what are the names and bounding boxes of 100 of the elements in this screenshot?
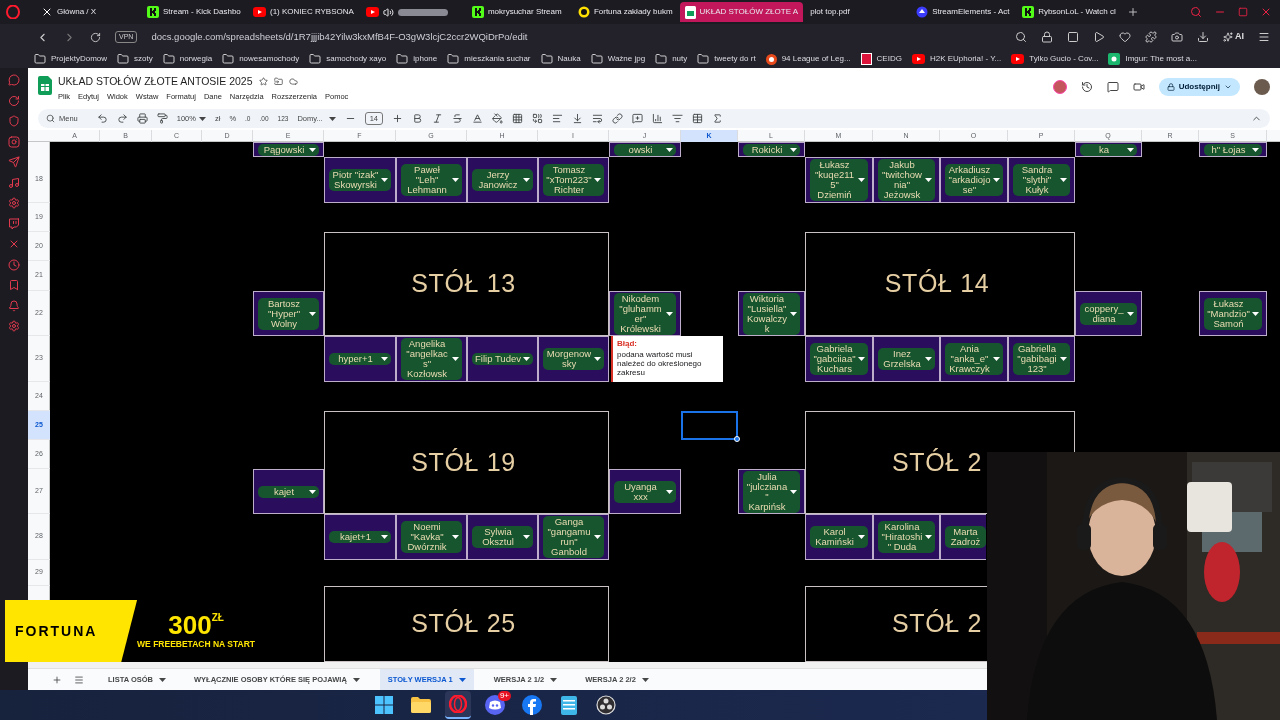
seat-dropdown[interactable]: Uyanga xxx (614, 480, 676, 503)
seat-dropdown[interactable]: Karol Kamiński (810, 526, 868, 548)
seat-dropdown[interactable]: Sandra "slythi" Kułyk (1013, 164, 1070, 196)
reload-icon[interactable] (90, 31, 101, 43)
seat-dropdown[interactable]: Jerzy Janowicz (472, 169, 533, 191)
bookmark-link[interactable]: tweety do rt (697, 53, 756, 65)
seat-dropdown[interactable]: h" Łojas (1204, 143, 1262, 156)
close-icon[interactable] (1260, 6, 1272, 18)
comment-icon[interactable] (1106, 81, 1119, 93)
link-icon[interactable] (612, 113, 623, 124)
shield-icon[interactable] (8, 115, 20, 127)
sum-icon[interactable] (712, 113, 723, 124)
camera-icon[interactable] (8, 135, 20, 148)
add-sheet-icon[interactable] (52, 674, 62, 685)
seat-dropdown[interactable]: Morgenowsky (543, 348, 604, 370)
bookmark-link[interactable]: iphone (396, 53, 438, 65)
camera-icon[interactable] (1171, 31, 1183, 43)
seat-dropdown[interactable]: Sylwia Oksztul (472, 526, 533, 548)
bookmark-link[interactable]: CEIDG (860, 53, 902, 65)
bookmark-link[interactable]: nowesamochody (222, 53, 300, 65)
seat-dropdown[interactable]: Piotr "izak" Skowyrski (329, 169, 391, 191)
redo-icon[interactable] (116, 113, 128, 124)
bookmark-link[interactable]: Nauka (540, 53, 581, 65)
bookmark-link[interactable]: norwegia (162, 53, 213, 65)
seat-dropdown[interactable]: coppery_diana (1080, 302, 1137, 325)
browser-tab[interactable]: plot top.pdf (805, 2, 910, 22)
browser-tab[interactable]: RybsonLoL - Watch cl (1017, 2, 1122, 22)
seat-dropdown[interactable]: Gabriella "gabibagi123" (1013, 343, 1070, 375)
x-logo-icon[interactable] (8, 238, 20, 250)
taskbar-app[interactable]: 9+ (482, 691, 508, 719)
document-title[interactable]: UKŁAD STOŁÓW ZŁOTE ANTOSIE 2025 (58, 74, 253, 90)
align-icon[interactable] (552, 113, 563, 124)
seat-dropdown[interactable]: Ganga "gangamurun" Ganbold (543, 516, 604, 558)
fill-handle[interactable] (734, 436, 740, 442)
filter-icon[interactable] (672, 113, 683, 124)
sheets-logo-icon[interactable] (38, 76, 52, 95)
bookmark-link[interactable]: nuty (655, 53, 688, 65)
seat-dropdown[interactable]: Marta Zadroż (945, 526, 986, 548)
browser-tab[interactable]: (1) KONIEC RYBSONA (248, 2, 359, 22)
seat-dropdown[interactable]: Rokicki (743, 143, 800, 156)
print-icon[interactable] (136, 113, 148, 124)
seat-dropdown[interactable]: hyper+1 (329, 353, 391, 365)
strikethrough-icon[interactable] (452, 113, 463, 124)
bookmark-link[interactable]: Imgur: The most a... (1108, 53, 1197, 65)
increase-size-icon[interactable] (392, 113, 403, 124)
avatar-icon[interactable] (1052, 80, 1067, 94)
music-icon[interactable] (8, 176, 20, 189)
browser-tab[interactable]: mokrysuchar Stream (466, 2, 571, 22)
browser-tab[interactable]: StreamElements - Act (911, 2, 1016, 22)
seat-dropdown[interactable]: Łukasz "kuqe2115" Dziemiń (810, 159, 868, 201)
new-tab-icon[interactable] (1127, 6, 1140, 18)
send-icon[interactable] (8, 156, 20, 168)
zoom-icon[interactable] (1015, 31, 1027, 43)
seat-dropdown[interactable]: Łukasz "Mandzio" Samoń (1204, 297, 1262, 330)
bold-icon[interactable] (412, 113, 423, 124)
bookmark-link[interactable]: Ważne jpg (590, 53, 646, 65)
extensions-icon[interactable] (1145, 31, 1157, 43)
seat-dropdown[interactable]: kajet (258, 485, 319, 498)
seat-dropdown[interactable]: Paweł "Leh" Lehmann (401, 164, 462, 196)
seat-dropdown[interactable]: Gabriela "gabciiaa" Kuchars (810, 343, 868, 375)
browser-tab[interactable]: UKŁAD STOŁÓW ZŁOTE A (679, 2, 804, 22)
browser-tab[interactable]: Stream - Kick Dashbo (142, 2, 246, 22)
settings-icon[interactable] (8, 197, 20, 209)
wrap-icon[interactable] (592, 113, 603, 124)
twitch-icon[interactable] (8, 217, 20, 230)
merge-icon[interactable] (532, 113, 543, 124)
opera-logo-icon[interactable] (6, 5, 20, 19)
seat-dropdown[interactable]: Angelika "angelkacs" Kozłowsk (401, 338, 462, 380)
borders-icon[interactable] (512, 113, 523, 124)
browser-tab[interactable]: Fortuna zakłady bukm (572, 2, 678, 22)
bookmark-link[interactable]: H2K EUphoria! - Y... (911, 53, 1002, 65)
fill-color-icon[interactable] (492, 113, 503, 124)
address-field[interactable]: docs.google.com/spreadsheets/d/1R7jjjib42Yilw3kxMfB4F-O3gW3lcjC2ccr2WQiDrPo/edit (151, 29, 528, 45)
bookmark-link[interactable]: Tylko Gucio - Cov... (1011, 53, 1099, 65)
add-comment-icon[interactable] (632, 113, 643, 124)
seat-dropdown[interactable]: owski (614, 143, 676, 156)
bookmark-link[interactable]: mieszkania suchar (447, 53, 531, 65)
star-icon[interactable] (258, 77, 268, 87)
share-button[interactable]: Udostępnij (1158, 78, 1240, 96)
seat-dropdown[interactable]: Inez Grzelska (878, 348, 935, 370)
bell-icon[interactable] (8, 299, 20, 312)
undo-icon[interactable] (96, 113, 108, 124)
bookmark-link[interactable]: szoty (117, 53, 153, 65)
seat-dropdown[interactable]: Noemi "Kavka" Dwórznik (401, 521, 462, 553)
bookmark-link[interactable]: ProjektyDomow (34, 53, 107, 65)
search-icon[interactable] (1190, 6, 1202, 18)
download-icon[interactable] (1197, 31, 1209, 43)
browser-tab[interactable]: Główna / X (36, 2, 140, 22)
text-color-icon[interactable] (472, 113, 483, 124)
avatar-icon[interactable] (1254, 79, 1270, 95)
seat-dropdown[interactable]: Pągowski (258, 143, 319, 156)
seat-dropdown[interactable]: Bartosz "Hyper" Wolny (258, 297, 319, 330)
italic-icon[interactable] (432, 113, 443, 124)
bookmark-icon[interactable] (8, 279, 20, 291)
seat-dropdown[interactable]: Filip Tudev (472, 353, 533, 365)
ai-button[interactable]: AI (1223, 30, 1244, 44)
bookmark-link[interactable]: samochody xayo (309, 53, 387, 65)
refresh-icon[interactable] (8, 94, 20, 107)
maximize-icon[interactable] (1238, 7, 1248, 17)
seat-dropdown[interactable]: Arkadiusz "arkadiojose" (945, 164, 1003, 196)
